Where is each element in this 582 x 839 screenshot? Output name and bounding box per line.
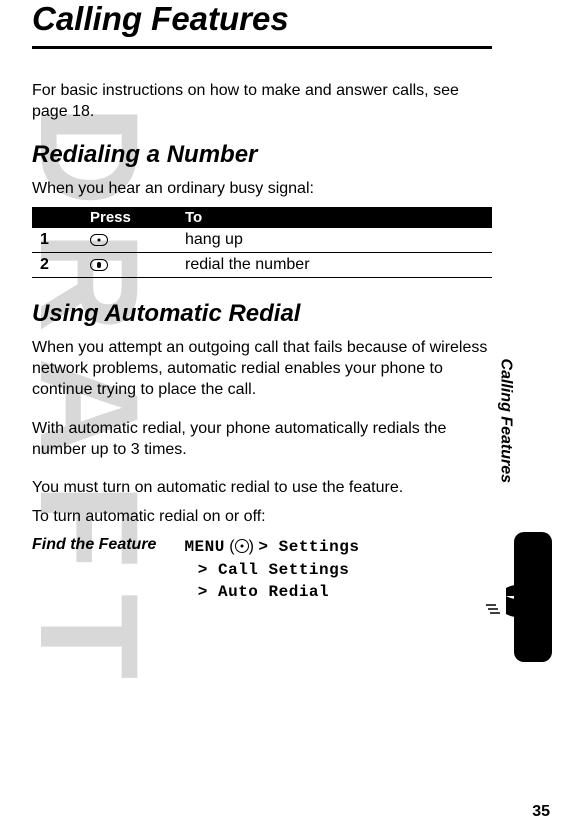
auto-redial-p4: To turn automatic redial on or off: [32, 507, 492, 528]
table-header-press: Press [82, 207, 177, 228]
end-key-icon [90, 234, 108, 246]
menu-path-line-1: > Settings [258, 538, 359, 556]
table-header-to: To [177, 207, 492, 228]
redial-heading: Redialing a Number [32, 141, 492, 169]
menu-path-line-3: > Auto Redial [198, 583, 329, 601]
intro-paragraph: For basic instructions on how to make an… [32, 81, 492, 123]
table-header-blank [32, 207, 82, 228]
auto-redial-p3: You must turn on automatic redial to use… [32, 478, 492, 499]
row-number: 2 [32, 253, 82, 278]
menu-key-icon [235, 539, 249, 553]
page-number: 35 [532, 803, 550, 821]
chapter-title: Calling Features [32, 0, 492, 38]
row-to: hang up [177, 228, 492, 253]
row-to: redial the number [177, 253, 492, 278]
find-feature-label: Find the Feature [32, 536, 156, 554]
menu-word: MENU [184, 538, 224, 556]
table-row: 1 hang up [32, 228, 492, 253]
row-press [82, 253, 177, 278]
title-rule [32, 46, 492, 49]
row-press [82, 228, 177, 253]
auto-redial-heading: Using Automatic Redial [32, 300, 492, 328]
find-feature-block: Find the Feature MENU () > Settings > Ca… [32, 536, 492, 604]
redial-table: Press To 1 hang up 2 redial the number [32, 207, 492, 278]
send-key-icon [90, 259, 108, 271]
row-number: 1 [32, 228, 82, 253]
auto-redial-p1: When you attempt an outgoing call that f… [32, 338, 492, 400]
table-row: 2 redial the number [32, 253, 492, 278]
menu-path: MENU () > Settings > Call Settings > Aut… [184, 536, 359, 604]
redial-lead: When you hear an ordinary busy signal: [32, 179, 492, 200]
auto-redial-p2: With automatic redial, your phone automa… [32, 419, 492, 461]
menu-path-line-2: > Call Settings [198, 561, 350, 579]
